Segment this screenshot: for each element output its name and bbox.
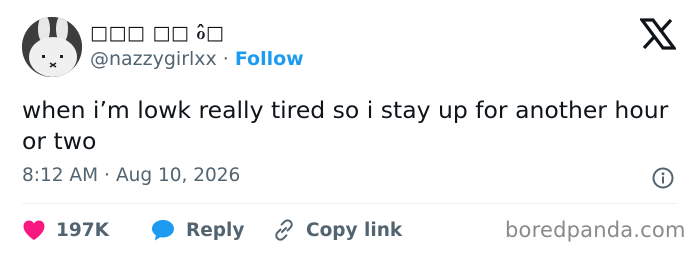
handle-row: @nazzygirlxx · Follow: [90, 48, 304, 70]
copy-link-label: Copy link: [306, 219, 403, 241]
copy-link-button[interactable]: Copy link: [272, 216, 402, 244]
follow-button[interactable]: Follow: [235, 48, 304, 70]
like-button[interactable]: 197K: [22, 216, 109, 244]
heart-icon: [23, 220, 45, 240]
watermark: boredpanda.com: [505, 218, 686, 242]
tweet-timestamp[interactable]: 8:12 AM · Aug 10, 2026: [22, 165, 240, 186]
x-logo-icon[interactable]: [638, 18, 678, 50]
tweet-time: 8:12 AM: [22, 165, 99, 186]
divider: [22, 203, 678, 204]
meta-separator: ·: [104, 165, 110, 186]
reply-label: Reply: [186, 219, 245, 241]
info-icon[interactable]: [652, 167, 674, 189]
reply-button[interactable]: Reply: [150, 216, 244, 244]
avatar[interactable]: [22, 17, 82, 77]
display-name[interactable]: □□□ □□ ℴ̂□: [90, 22, 224, 44]
separator-dot: ·: [222, 48, 229, 70]
tweet-text: when i’m lowk really tired so i stay up …: [22, 96, 669, 155]
link-icon: [275, 219, 293, 241]
tweet-date: Aug 10, 2026: [115, 165, 241, 186]
user-handle[interactable]: @nazzygirlxx: [90, 48, 217, 70]
reply-bubble-icon: [152, 220, 174, 241]
action-bar: 197K Reply Copy link: [22, 216, 492, 244]
tweet-card: □□□ □□ ℴ̂□ @nazzygirlxx · Follow when i’m …: [0, 0, 700, 256]
like-count: 197K: [56, 219, 109, 241]
